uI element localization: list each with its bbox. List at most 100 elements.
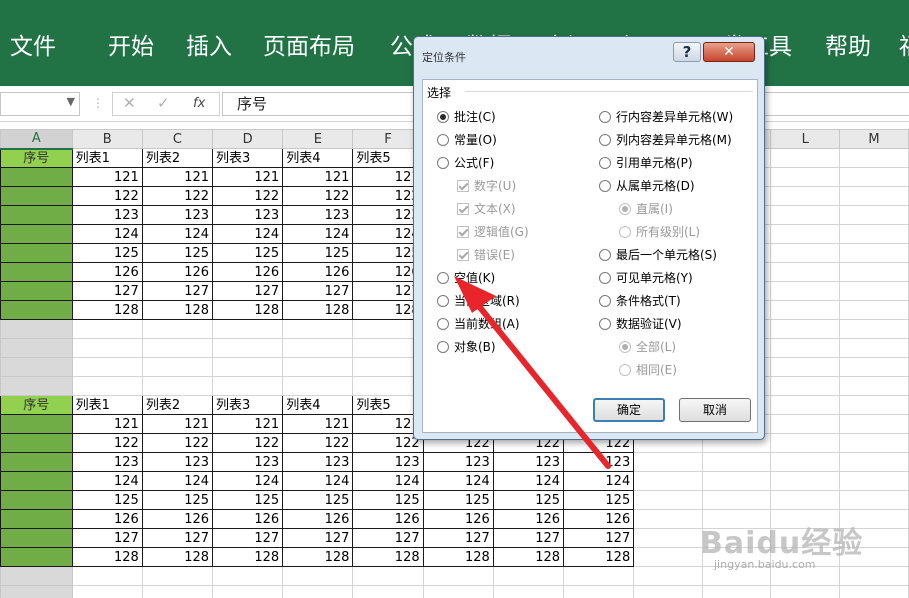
radio-button-icon[interactable] [599, 249, 611, 261]
cell[interactable] [701, 471, 772, 491]
data-cell[interactable]: 127 [282, 528, 354, 548]
cell[interactable] [71, 357, 143, 377]
cell[interactable] [141, 319, 214, 339]
index-cell[interactable] [0, 262, 73, 282]
cell[interactable] [839, 262, 909, 282]
name-box[interactable]: ▼ [0, 92, 80, 116]
data-cell[interactable]: 122 [212, 433, 284, 453]
data-cell[interactable]: 122 [282, 186, 354, 206]
data-cell[interactable]: 121 [212, 414, 284, 434]
column-header[interactable]: D [212, 129, 284, 149]
cell[interactable] [282, 319, 354, 339]
cell[interactable] [839, 186, 909, 206]
data-cell[interactable]: 126 [141, 509, 214, 529]
cell[interactable] [492, 585, 565, 598]
data-cell[interactable]: 124 [212, 224, 284, 244]
cell[interactable] [770, 376, 841, 396]
data-cell[interactable]: 128 [141, 547, 214, 567]
cell[interactable] [770, 338, 841, 358]
confirm-icon[interactable]: ✓ [157, 94, 170, 112]
data-cell[interactable]: 128 [212, 300, 284, 320]
data-cell[interactable]: 125 [352, 490, 424, 510]
option-right-6[interactable]: 最后一个单元格(S) [599, 247, 717, 263]
data-cell[interactable]: 123 [282, 205, 354, 225]
data-cell[interactable]: 126 [282, 262, 354, 282]
radio-button-icon[interactable] [437, 341, 449, 353]
cell[interactable] [839, 433, 909, 453]
cell[interactable] [141, 376, 214, 396]
data-cell[interactable]: 128 [141, 300, 214, 320]
header-cell[interactable]: 列表1 [71, 395, 143, 415]
radio-button-icon[interactable] [437, 295, 449, 307]
data-cell[interactable]: 122 [141, 433, 214, 453]
cell[interactable] [282, 585, 354, 598]
data-cell[interactable]: 126 [352, 509, 424, 529]
cell[interactable] [633, 490, 703, 510]
ok-button[interactable]: 确定 [593, 398, 665, 422]
cell[interactable] [633, 452, 703, 472]
cell[interactable] [770, 281, 841, 301]
data-cell[interactable]: 124 [422, 471, 494, 491]
index-cell[interactable] [0, 300, 73, 320]
insert-function-icon[interactable]: fx [193, 96, 205, 111]
data-cell[interactable]: 125 [563, 490, 635, 510]
option-right-9[interactable]: 数据验证(V) [599, 316, 682, 332]
cell[interactable] [212, 585, 284, 598]
index-cell[interactable] [0, 167, 73, 187]
data-cell[interactable]: 126 [422, 509, 494, 529]
cell[interactable] [212, 566, 284, 586]
data-cell[interactable]: 123 [212, 205, 284, 225]
radio-button-icon[interactable] [437, 134, 449, 146]
data-cell[interactable]: 125 [71, 490, 143, 510]
option-left-10[interactable]: 对象(B) [437, 339, 496, 355]
radio-button-icon[interactable] [437, 318, 449, 330]
option-right-2[interactable]: 引用单元格(P) [599, 155, 693, 171]
cell[interactable] [770, 319, 841, 339]
data-cell[interactable]: 122 [141, 186, 214, 206]
cell[interactable] [0, 376, 73, 396]
cell[interactable] [0, 566, 73, 586]
cell[interactable] [839, 205, 909, 225]
data-cell[interactable]: 127 [422, 528, 494, 548]
data-cell[interactable]: 126 [71, 509, 143, 529]
data-cell[interactable]: 124 [563, 471, 635, 491]
column-header[interactable]: A [0, 129, 73, 150]
drag-handle-icon[interactable]: ⋮ [92, 96, 104, 110]
data-cell[interactable]: 128 [212, 547, 284, 567]
index-cell[interactable] [0, 281, 73, 301]
cell[interactable] [839, 452, 909, 472]
cell[interactable] [839, 490, 909, 510]
data-cell[interactable]: 124 [141, 471, 214, 491]
option-left-2[interactable]: 公式(F) [437, 155, 494, 171]
radio-button-icon[interactable] [599, 157, 611, 169]
cell[interactable] [71, 376, 143, 396]
data-cell[interactable]: 127 [563, 528, 635, 548]
cell[interactable] [352, 585, 424, 598]
data-cell[interactable]: 123 [212, 452, 284, 472]
index-cell[interactable] [0, 490, 73, 510]
cell[interactable] [0, 319, 73, 339]
option-right-1[interactable]: 列内容差异单元格(M) [599, 132, 732, 148]
cell[interactable] [839, 471, 909, 491]
data-cell[interactable]: 127 [212, 528, 284, 548]
data-cell[interactable]: 127 [492, 528, 565, 548]
data-cell[interactable]: 125 [282, 490, 354, 510]
cell[interactable] [141, 338, 214, 358]
data-cell[interactable]: 123 [563, 452, 635, 472]
cell[interactable] [563, 585, 635, 598]
radio-button-icon[interactable] [599, 111, 611, 123]
cell[interactable] [770, 357, 841, 377]
data-cell[interactable]: 127 [212, 281, 284, 301]
cell[interactable] [770, 585, 841, 598]
index-cell[interactable] [0, 243, 73, 263]
cell[interactable] [770, 471, 841, 491]
cell[interactable] [839, 395, 909, 415]
cell[interactable] [212, 338, 284, 358]
option-right-3[interactable]: 从属单元格(D) [599, 178, 695, 194]
data-cell[interactable]: 121 [141, 414, 214, 434]
cell[interactable] [839, 376, 909, 396]
cell[interactable] [839, 357, 909, 377]
index-cell[interactable] [0, 528, 73, 548]
cell[interactable] [770, 395, 841, 415]
cell[interactable] [71, 585, 143, 598]
